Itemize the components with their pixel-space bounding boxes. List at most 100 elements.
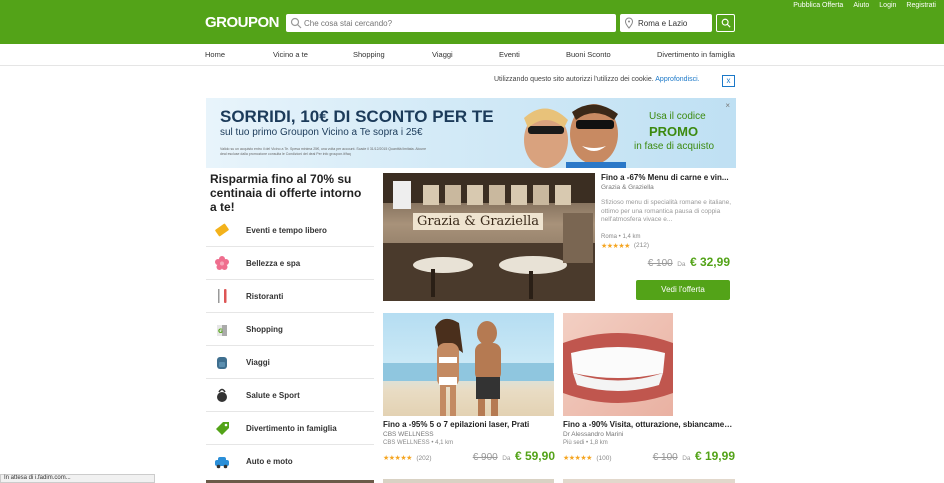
deal-new-price: € 59,90 bbox=[514, 449, 555, 463]
search-button[interactable] bbox=[716, 14, 735, 32]
deal-rating-stars: ★★★★★ bbox=[601, 242, 630, 250]
deal-review-count: (202) bbox=[416, 455, 432, 462]
browser-status-bar: In attesa di i.fadim.com... bbox=[0, 474, 155, 483]
banner-people-image bbox=[524, 104, 626, 168]
main-nav: Home Vicino a te Shopping Viaggi Eventi … bbox=[0, 44, 944, 66]
sidebar-title: Risparmia fino al 70% su centinaia di of… bbox=[210, 172, 362, 214]
deal-old-price: € 100 bbox=[652, 452, 678, 463]
nav-shopping[interactable]: Shopping bbox=[353, 50, 385, 59]
deal-image-next bbox=[383, 479, 554, 483]
sidebar-item-label: Bellezza e spa bbox=[246, 258, 301, 268]
deal-info-laser: Fino a -95% 5 o 7 epilazioni laser, Prat… bbox=[383, 420, 555, 465]
category-sidebar: Risparmia fino al 70% su centinaia di of… bbox=[206, 172, 374, 214]
deal-image-dental[interactable] bbox=[563, 313, 673, 416]
nav-eventi[interactable]: Eventi bbox=[499, 50, 520, 59]
beach-couple-photo bbox=[383, 318, 554, 416]
svg-text:G: G bbox=[218, 328, 223, 335]
banner-headline: SORRIDI, 10€ DI SCONTO PER TE bbox=[220, 107, 494, 126]
cutlery-icon bbox=[218, 289, 227, 303]
top-link-login[interactable]: Login bbox=[879, 2, 896, 9]
backpack-icon bbox=[217, 357, 227, 369]
deal-merchant: Grazia & Graziella bbox=[601, 184, 654, 191]
flower-icon bbox=[215, 256, 229, 270]
header-bar: Pubblica Offerta Aiuto Login Registrati … bbox=[0, 0, 944, 44]
search-icon bbox=[290, 17, 302, 29]
sidebar-item-label: Eventi e tempo libero bbox=[246, 225, 327, 235]
deal-rating-stars: ★★★★★ bbox=[563, 455, 592, 462]
banner-fine-print: Valido su un acquisto entro il del Vicin… bbox=[220, 147, 427, 156]
promo-banner[interactable]: SORRIDI, 10€ DI SCONTO PER TE sul tuo pr… bbox=[206, 98, 736, 168]
cookie-notice: Utilizzando questo sito autorizzi l'util… bbox=[494, 76, 700, 83]
deal-merchant: Dr Alessandro Marini bbox=[563, 431, 624, 438]
sidebar-item-shopping[interactable]: G Shopping bbox=[206, 313, 374, 346]
deal-merchant: CBS WELLNESS bbox=[383, 431, 434, 438]
restaurant-photo bbox=[383, 173, 595, 301]
deal-location: Roma • 1,4 km bbox=[601, 233, 641, 240]
groupon-logo[interactable]: GROUPON bbox=[205, 14, 280, 31]
deal-old-price: € 900 bbox=[472, 452, 498, 463]
search-box[interactable] bbox=[286, 14, 616, 32]
sidebar-item-label: Divertimento in famiglia bbox=[246, 423, 337, 433]
deal-title[interactable]: Fino a -90% Visita, otturazione, sbianca… bbox=[563, 420, 735, 429]
deal-info-dental: Fino a -90% Visita, otturazione, sbianca… bbox=[563, 420, 735, 465]
deal-price-prefix: Da bbox=[682, 455, 691, 462]
deal-image-restaurant[interactable]: Grazia & Graziella bbox=[383, 173, 595, 301]
banner-promo-line3: in fase di acquisto bbox=[634, 141, 715, 152]
restaurant-sign: Grazia & Graziella bbox=[413, 213, 544, 230]
top-links: Pubblica Offerta Aiuto Login Registrati bbox=[793, 2, 936, 9]
location-selector[interactable]: Roma e Lazio bbox=[620, 14, 712, 32]
smile-photo bbox=[563, 333, 673, 403]
sidebar-item-salute[interactable]: Salute e Sport bbox=[206, 379, 374, 412]
deal-new-price: € 32,99 bbox=[689, 254, 730, 269]
deal-info-restaurant: Fino a -67% Menu di carne e vin... Grazi… bbox=[601, 173, 736, 271]
deal-new-price: € 19,99 bbox=[694, 449, 735, 463]
nav-viaggi[interactable]: Viaggi bbox=[432, 50, 453, 59]
deal-image-laser[interactable] bbox=[383, 313, 554, 416]
ticket-icon bbox=[215, 223, 229, 237]
top-link-registrati[interactable]: Registrati bbox=[906, 2, 936, 9]
deal-title[interactable]: Fino a -95% 5 o 7 epilazioni laser, Prat… bbox=[383, 420, 555, 429]
cookie-close-button[interactable]: x bbox=[722, 75, 735, 87]
tag-icon bbox=[216, 422, 229, 435]
sidebar-item-label: Auto e moto bbox=[246, 457, 293, 466]
location-value: Roma e Lazio bbox=[638, 18, 688, 28]
sidebar-item-divertimento[interactable]: Divertimento in famiglia bbox=[206, 412, 374, 445]
nav-divertimento[interactable]: Divertimento in famiglia bbox=[657, 50, 735, 59]
deal-location: CBS WELLNESS • 4,1 km bbox=[383, 440, 454, 446]
banner-promo-code: PROMO bbox=[649, 124, 699, 139]
search-button-icon bbox=[721, 18, 731, 28]
sidebar-item-label: Shopping bbox=[246, 324, 283, 334]
nav-buoni-sconto[interactable]: Buoni Sconto bbox=[566, 50, 611, 59]
deal-review-count: (100) bbox=[596, 455, 612, 462]
top-link-aiuto[interactable]: Aiuto bbox=[853, 2, 869, 9]
search-input[interactable] bbox=[304, 18, 604, 28]
deal-title[interactable]: Fino a -67% Menu di carne e vin... bbox=[601, 173, 736, 182]
deal-image-next bbox=[563, 479, 735, 483]
nav-home[interactable]: Home bbox=[205, 50, 225, 59]
nav-vicino-a-te[interactable]: Vicino a te bbox=[273, 50, 308, 59]
top-link-pubblica-offerta[interactable]: Pubblica Offerta bbox=[793, 2, 843, 9]
car-icon bbox=[215, 456, 229, 468]
deal-location: Più sedi • 1,8 km bbox=[563, 440, 608, 446]
banner-close-button[interactable]: × bbox=[725, 101, 730, 110]
banner-subline: sul tuo primo Groupon Vicino a Te sopra … bbox=[220, 127, 423, 138]
view-offer-button[interactable]: Vedi l'offerta bbox=[636, 280, 730, 300]
sidebar-item-ristoranti[interactable]: Ristoranti bbox=[206, 280, 374, 313]
sidebar-item-bellezza[interactable]: Bellezza e spa bbox=[206, 247, 374, 280]
sidebar-item-label: Viaggi bbox=[246, 357, 270, 367]
deal-price-prefix: Da bbox=[502, 455, 511, 462]
kettlebell-icon bbox=[217, 388, 227, 402]
deal-old-price: € 100 bbox=[647, 257, 673, 269]
shopping-bag-icon: G bbox=[217, 325, 227, 336]
sidebar-item-label: Ristoranti bbox=[246, 291, 284, 301]
location-pin-icon bbox=[624, 17, 634, 29]
banner-promo-line1: Usa il codice bbox=[649, 111, 706, 122]
deal-rating-stars: ★★★★★ bbox=[383, 455, 412, 462]
cookie-text: Utilizzando questo sito autorizzi l'util… bbox=[494, 76, 654, 83]
cookie-more-link[interactable]: Approfondisci. bbox=[655, 76, 699, 83]
sidebar-item-viaggi[interactable]: Viaggi bbox=[206, 346, 374, 379]
sidebar-item-label: Salute e Sport bbox=[246, 390, 300, 400]
sidebar-item-auto[interactable]: Auto e moto bbox=[206, 445, 374, 478]
sidebar-item-eventi[interactable]: Eventi e tempo libero bbox=[206, 214, 374, 247]
deal-price-prefix: Da bbox=[677, 260, 686, 268]
